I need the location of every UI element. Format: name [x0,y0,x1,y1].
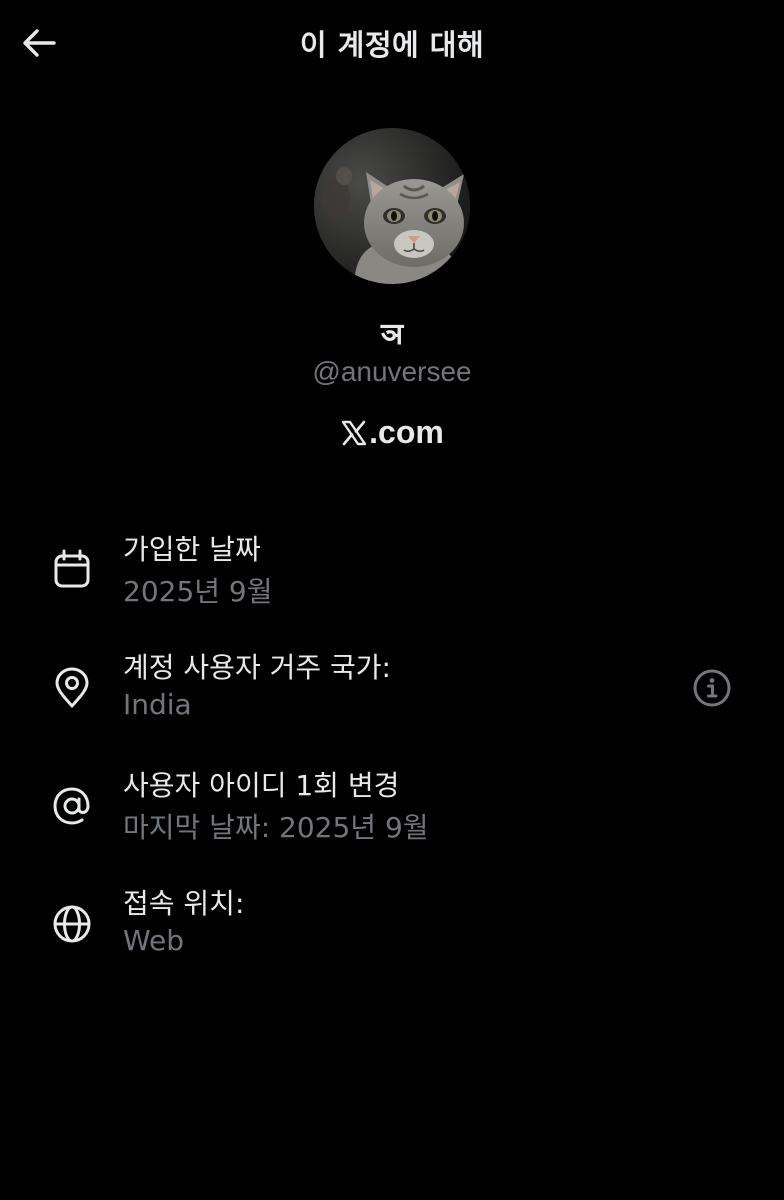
at-sign-icon [46,780,98,832]
globe-icon [46,898,98,950]
page-title: 이 계정에 대해 [299,28,485,62]
calendar-icon [46,544,98,596]
avatar[interactable] [314,128,470,284]
account-country-value: India [123,688,192,721]
joined-date-label: 가입한 날짜 [123,533,261,566]
info-icon [693,669,731,707]
account-country-row: 계정 사용자 거주 국가: India [0,646,784,746]
connected-via-label: 접속 위치: [123,887,245,920]
x-logo-icon [341,420,367,445]
joined-date-row: 가입한 날짜 2025년 9월 [0,528,784,628]
site-label: .com [0,414,784,451]
username-change-label: 사용자 아이디 1회 변경 [123,769,400,802]
cat-avatar-image [314,128,470,284]
site-text: .com [369,414,444,450]
username-change-value: 마지막 날짜: 2025년 9월 [123,811,429,844]
username-change-row: 사용자 아이디 1회 변경 마지막 날짜: 2025년 9월 [0,764,784,864]
connected-via-value: Web [123,924,185,957]
top-bar: 이 계정에 대해 [0,0,784,88]
display-name: ञ [380,317,404,352]
connected-via-row: 접속 위치: Web [0,882,784,982]
location-pin-icon [46,662,98,714]
username-handle: @anuversee [312,356,472,387]
account-country-label: 계정 사용자 거주 국가: [123,651,391,684]
joined-date-value: 2025년 9월 [123,575,273,608]
country-info-button[interactable] [690,666,734,710]
